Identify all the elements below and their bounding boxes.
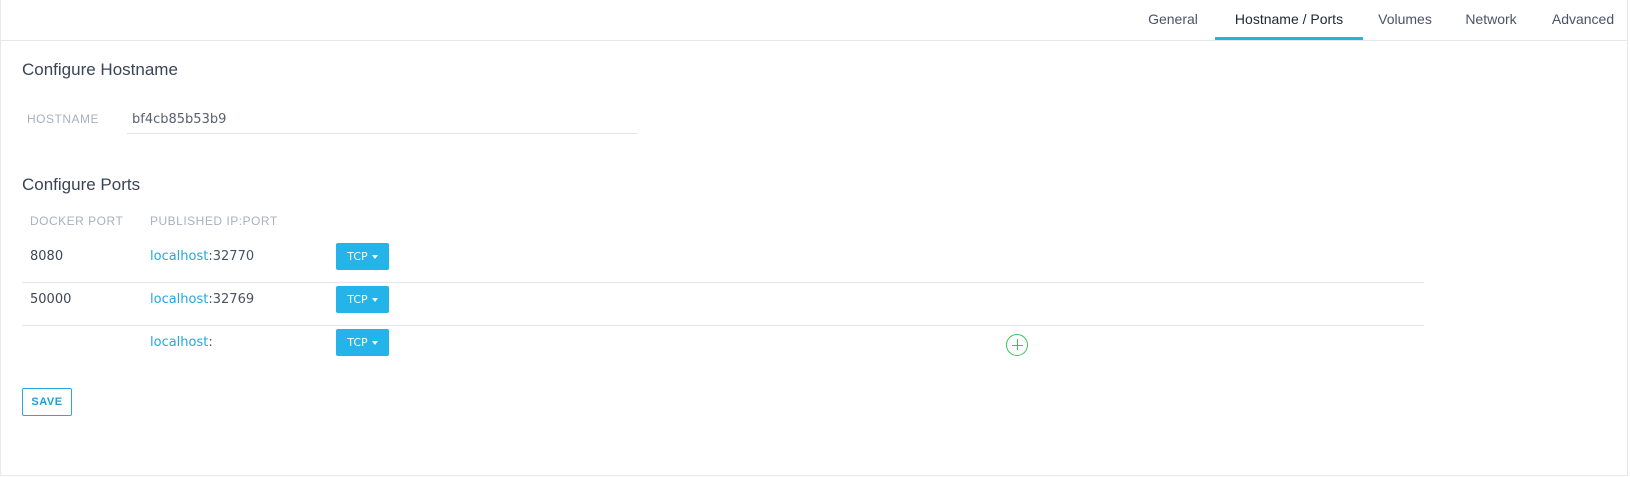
tab-hostname-ports[interactable]: Hostname / Ports bbox=[1215, 0, 1363, 40]
protocol-dropdown[interactable]: TCP bbox=[336, 286, 389, 313]
tab-volumes[interactable]: Volumes bbox=[1369, 0, 1441, 40]
protocol-label: TCP bbox=[347, 336, 368, 349]
published-port: localhost:32769 bbox=[150, 292, 254, 307]
host-port-value: 32770 bbox=[212, 249, 255, 264]
tab-network[interactable]: Network bbox=[1455, 0, 1527, 40]
save-button[interactable]: SAVE bbox=[22, 388, 72, 416]
published-port: localhost:32770 bbox=[150, 249, 254, 264]
docker-port-value: 50000 bbox=[30, 292, 72, 307]
protocol-dropdown[interactable]: TCP bbox=[336, 329, 389, 356]
port-row: 8080 localhost:32770 TCP bbox=[22, 239, 1424, 283]
host-link[interactable]: localhost bbox=[150, 249, 208, 264]
host-link[interactable]: localhost bbox=[150, 292, 208, 307]
host-port-value: 32769 bbox=[212, 292, 255, 307]
caret-down-icon bbox=[371, 255, 378, 259]
hostname-input[interactable] bbox=[127, 105, 637, 134]
protocol-label: TCP bbox=[347, 250, 368, 263]
tab-bar: General Hostname / Ports Volumes Network… bbox=[1, 0, 1627, 41]
host-link[interactable]: localhost bbox=[150, 335, 208, 350]
port-separator: : bbox=[208, 335, 213, 350]
protocol-dropdown[interactable]: TCP bbox=[336, 243, 389, 270]
new-port-row: localhost: TCP bbox=[22, 325, 1424, 368]
protocol-label: TCP bbox=[347, 293, 368, 306]
configure-ports-title: Configure Ports bbox=[22, 175, 141, 194]
docker-port-column-header: DOCKER PORT bbox=[30, 214, 124, 228]
hostname-label: HOSTNAME bbox=[27, 112, 100, 126]
plus-circle-icon[interactable] bbox=[1006, 334, 1028, 356]
tab-general[interactable]: General bbox=[1137, 0, 1209, 40]
caret-down-icon bbox=[371, 298, 378, 302]
published-port-column-header: PUBLISHED IP:PORT bbox=[150, 214, 278, 228]
tab-advanced[interactable]: Advanced bbox=[1541, 0, 1625, 40]
container-settings-panel: General Hostname / Ports Volumes Network… bbox=[0, 0, 1628, 476]
docker-port-value: 8080 bbox=[30, 249, 64, 264]
configure-hostname-title: Configure Hostname bbox=[22, 60, 178, 79]
port-row: 50000 localhost:32769 TCP bbox=[22, 282, 1424, 326]
published-port: localhost: bbox=[150, 335, 213, 350]
caret-down-icon bbox=[371, 341, 378, 345]
